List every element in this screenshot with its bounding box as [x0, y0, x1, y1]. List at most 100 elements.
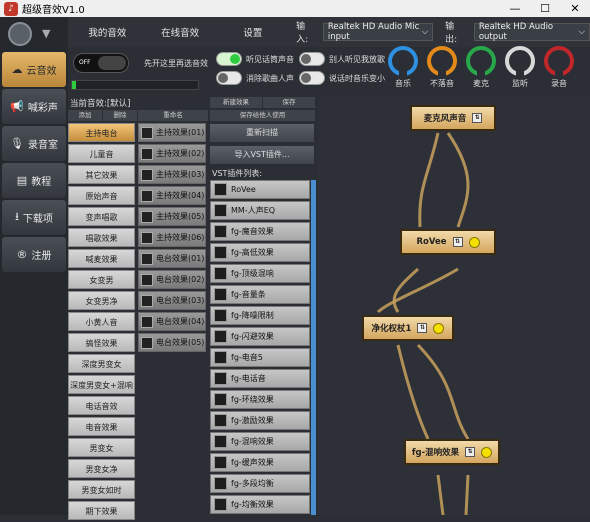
dropdown-arrow-icon[interactable]: ▼	[42, 27, 50, 40]
node-power-icon[interactable]	[468, 236, 480, 248]
category-item[interactable]: 主持电台	[68, 123, 135, 142]
graph-node-mic[interactable]: 麦克风声音 ⇅	[410, 105, 496, 131]
dial-1[interactable]: 不落音	[425, 46, 459, 89]
dial-3[interactable]: 监听	[503, 46, 537, 89]
save-share-button[interactable]: 保存给他人使用	[210, 110, 315, 121]
category-item[interactable]: 男变女净	[68, 459, 135, 478]
vst-plugin-item[interactable]: fg-音量条	[210, 285, 310, 304]
knob-icon[interactable]	[505, 46, 535, 76]
vst-plugin-item[interactable]: fg-顶级混响	[210, 264, 310, 283]
node-power-icon[interactable]	[481, 446, 493, 458]
master-switch[interactable]: OFF	[73, 53, 129, 73]
new-effect-button[interactable]: 新建效果	[210, 97, 262, 108]
input-device-select[interactable]: Realtek HD Audio Mic input ⌵	[322, 22, 434, 42]
dial-label: 监听	[512, 79, 528, 88]
effect-item[interactable]: 电台效果(03)	[138, 291, 206, 310]
minimize-button[interactable]: —	[500, 0, 530, 17]
effect-item[interactable]: 电台效果(04)	[138, 312, 206, 331]
category-item[interactable]: 其它效果	[68, 165, 135, 184]
category-item[interactable]: 原始声音	[68, 186, 135, 205]
category-item[interactable]: 电音效果	[68, 417, 135, 436]
plugin-icon	[214, 372, 227, 385]
category-item[interactable]: 小黄人音	[68, 312, 135, 331]
menu-knob-icon[interactable]	[8, 21, 32, 46]
category-item[interactable]: 男变女	[68, 438, 135, 457]
graph-node-reverb[interactable]: fg-混响效果 ⇅	[404, 439, 500, 465]
node-settings-icon[interactable]: ⇅	[417, 323, 428, 333]
toggle-remove-vocals[interactable]: 消除歌曲人声	[216, 71, 294, 85]
output-device-select[interactable]: Realtek HD Audio output ⌵	[473, 22, 590, 42]
toggle-others-hear-song[interactable]: 别人听见我放歌	[299, 52, 385, 66]
rename-button[interactable]: 重命名	[138, 110, 208, 121]
nav-item-3[interactable]: ▤ 教程	[2, 163, 66, 198]
category-item[interactable]: 期下效果	[68, 501, 135, 520]
vst-plugin-item[interactable]: fg-电音5	[210, 348, 310, 367]
maximize-button[interactable]: ☐	[530, 0, 560, 17]
tab-settings[interactable]: 设置	[214, 25, 293, 39]
effect-item[interactable]: 主持效果(04)	[138, 186, 206, 205]
category-item[interactable]: 儿童音	[68, 144, 135, 163]
nav-item-5[interactable]: ® 注册	[2, 237, 66, 272]
node-settings-icon[interactable]: ⇅	[452, 237, 463, 247]
rescan-button[interactable]: 重新扫描	[210, 124, 314, 142]
tab-online-effects[interactable]: 在线音效	[147, 25, 214, 39]
toggle-hear-mic[interactable]: 听见话筒声音	[216, 52, 294, 66]
category-item[interactable]: 变声唱歌	[68, 207, 135, 226]
vst-plugin-item[interactable]: fg-闪避效果	[210, 327, 310, 346]
vst-plugin-item[interactable]: RoVee	[210, 180, 310, 199]
vst-plugin-item[interactable]: fg-电话音	[210, 369, 310, 388]
node-power-icon[interactable]	[433, 322, 445, 334]
close-button[interactable]: ✕	[560, 0, 590, 17]
effect-item[interactable]: 电台效果(05)	[138, 333, 206, 352]
category-item[interactable]: 深度男变女	[68, 354, 135, 373]
effect-label: 电台效果(05)	[156, 338, 205, 347]
vst-plugin-item[interactable]: fg-缓声效果	[210, 453, 310, 472]
category-item[interactable]: 女变男净	[68, 291, 135, 310]
import-vst-button[interactable]: 导入VST插件...	[210, 146, 314, 164]
knob-icon[interactable]	[388, 46, 418, 76]
toggle-duck-music[interactable]: 说话时音乐变小	[299, 71, 385, 85]
category-item[interactable]: 深度男变女+混响	[68, 375, 135, 394]
nav-item-2[interactable]: 🎙 录音室	[2, 126, 66, 161]
save-button[interactable]: 保存	[263, 97, 315, 108]
knob-icon[interactable]	[466, 46, 496, 76]
vst-plugin-item[interactable]: fg-高低效果	[210, 243, 310, 262]
category-item[interactable]: 唱歌效果	[68, 228, 135, 247]
effect-item[interactable]: 主持效果(01)	[138, 123, 206, 142]
effect-item[interactable]: 电台效果(01)	[138, 249, 206, 268]
effect-item[interactable]: 主持效果(05)	[138, 207, 206, 226]
node-settings-icon[interactable]: ⇅	[472, 113, 483, 123]
effect-item[interactable]: 主持效果(02)	[138, 144, 206, 163]
vst-plugin-item[interactable]: fg-均衡效果	[210, 495, 310, 514]
node-settings-icon[interactable]: ⇅	[465, 447, 476, 457]
remove-button[interactable]: 删除	[103, 110, 137, 121]
effect-item[interactable]: 电台效果(02)	[138, 270, 206, 289]
vst-plugin-item[interactable]: fg-激励效果	[210, 411, 310, 430]
category-item[interactable]: 女变男	[68, 270, 135, 289]
category-item[interactable]: 搞怪效果	[68, 333, 135, 352]
category-item[interactable]: 电话音效	[68, 396, 135, 415]
knob-icon[interactable]	[544, 46, 574, 76]
vst-plugin-item[interactable]: fg-混响效果	[210, 432, 310, 451]
category-item[interactable]: 男变女如时	[68, 480, 135, 499]
vst-plugin-item[interactable]: fg-魔音效果	[210, 222, 310, 241]
vst-plugin-item[interactable]: MM-人声EQ	[210, 201, 310, 220]
dial-4[interactable]: 录音	[542, 46, 576, 89]
vst-plugin-item[interactable]: fg-多段均衡	[210, 474, 310, 493]
add-button[interactable]: 添加	[68, 110, 102, 121]
vst-plugin-item[interactable]: fg-环绕效果	[210, 390, 310, 409]
graph-node-rovee[interactable]: RoVee ⇅	[400, 229, 496, 255]
vst-plugin-item[interactable]: fg-降噪限制	[210, 306, 310, 325]
dial-0[interactable]: 音乐	[386, 46, 420, 89]
dial-2[interactable]: 麦克	[464, 46, 498, 89]
effect-item[interactable]: 主持效果(03)	[138, 165, 206, 184]
nav-item-4[interactable]: ⭳ 下载项	[2, 200, 66, 235]
nav-item-0[interactable]: ☁ 云音效	[2, 52, 66, 87]
nav-item-1[interactable]: 📢 喊彩声	[2, 89, 66, 124]
category-item[interactable]: 喊麦效果	[68, 249, 135, 268]
tab-my-effects[interactable]: 我的音效	[68, 25, 147, 39]
effect-item[interactable]: 主持效果(06)	[138, 228, 206, 247]
vst-scrollbar[interactable]	[311, 180, 316, 515]
knob-icon[interactable]	[427, 46, 457, 76]
graph-node-purify[interactable]: 净化权杖1 ⇅	[362, 315, 454, 341]
